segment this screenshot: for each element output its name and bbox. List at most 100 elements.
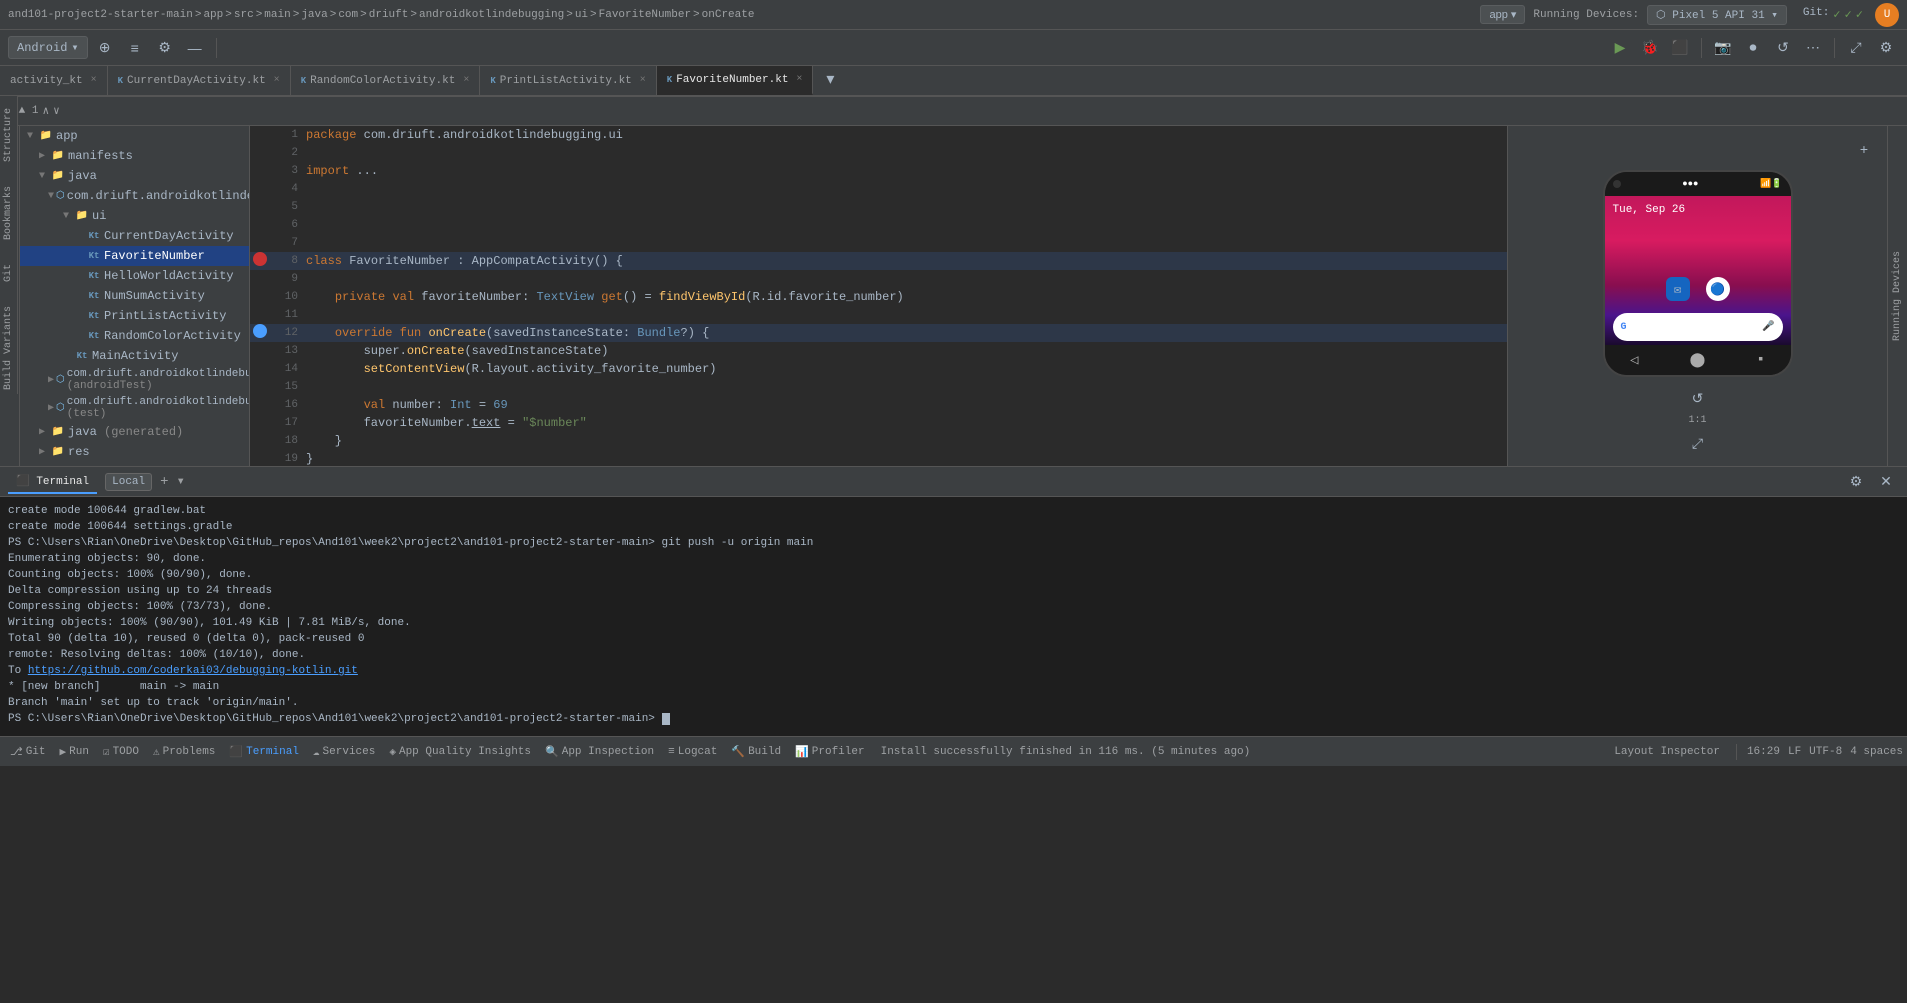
tab-close-icon[interactable]: ×	[796, 74, 802, 85]
add-emulator-btn[interactable]: +	[1851, 136, 1877, 162]
tab-close-icon[interactable]: ×	[463, 75, 469, 86]
stop-btn[interactable]: ⬛	[1667, 35, 1693, 61]
device-dropdown[interactable]: app ▾	[1480, 5, 1525, 24]
home-icon[interactable]: ⬤	[1690, 352, 1706, 369]
code-editor[interactable]: 1 package com.driuft.androidkotlindebugg…	[250, 126, 1507, 466]
minimize-btn[interactable]: —	[182, 35, 208, 61]
run-btn[interactable]: ▶ Run	[54, 742, 95, 762]
git-btn[interactable]: ⎇ Git	[4, 742, 52, 762]
line-number: 14	[270, 360, 306, 378]
sidebar-item-currentday[interactable]: Kt CurrentDayActivity	[20, 226, 249, 246]
phone-messages-icon[interactable]: ✉	[1666, 277, 1690, 301]
sidebar-item-printlist[interactable]: Kt PrintListActivity	[20, 306, 249, 326]
expand-btn[interactable]: ⤢	[1843, 35, 1869, 61]
services-icon: ☁	[313, 745, 320, 759]
github-link[interactable]: https://github.com/coderkai03/debugging-…	[28, 665, 358, 677]
tab-close-icon[interactable]: ×	[640, 75, 646, 86]
terminal-hide-btn[interactable]: ✕	[1873, 469, 1899, 495]
build-btn[interactable]: 🔨 Build	[725, 742, 787, 762]
more-tabs-btn[interactable]: ▾	[817, 66, 843, 92]
android-dropdown[interactable]: Android ▾	[8, 36, 88, 59]
status-message: Install successfully finished in 116 ms.…	[881, 746, 1251, 758]
services-btn[interactable]: ☁ Services	[307, 742, 381, 762]
phone-time-label: ●●●	[1682, 179, 1698, 189]
terminal-content[interactable]: create mode 100644 gradlew.bat create mo…	[0, 497, 1907, 736]
bookmarks-tab[interactable]: Bookmarks	[3, 182, 14, 244]
fit-btn[interactable]: ⤢	[1685, 430, 1711, 456]
back-icon[interactable]: ◁	[1630, 352, 1638, 369]
code-line: 9	[250, 270, 1507, 288]
tab-close-icon[interactable]: ×	[274, 75, 280, 86]
settings-btn[interactable]: ⚙	[152, 35, 178, 61]
sidebar-item-randomcolor[interactable]: Kt RandomColorActivity	[20, 326, 249, 346]
profiler-btn[interactable]: 📊 Profiler	[789, 742, 871, 762]
terminal-options-btn[interactable]: ▾	[177, 473, 185, 490]
terminal-tab[interactable]: ⬛ Terminal	[8, 470, 97, 494]
terminal-btn[interactable]: ⬛ Terminal	[223, 742, 305, 762]
breakpoint-icon[interactable]	[253, 252, 267, 266]
sidebar-item-ui[interactable]: ▼ 📁 ui	[20, 206, 249, 226]
recents-icon[interactable]: ▪	[1757, 352, 1765, 368]
nav-arrow-up[interactable]: ∧	[42, 104, 49, 118]
refresh-btn[interactable]: ↺	[1770, 35, 1796, 61]
code-line: 1 package com.driuft.androidkotlindebugg…	[250, 126, 1507, 144]
debug-btn[interactable]: 🐞	[1637, 35, 1663, 61]
running-devices-tab-label: Running Devices	[1892, 251, 1903, 341]
rotate-btn[interactable]: ↺	[1685, 385, 1711, 411]
tab-currentday[interactable]: K CurrentDayActivity.kt ×	[108, 66, 291, 95]
sidebar-item-test[interactable]: ▶ ⬡ com.driuft.androidkotlindebugging (t…	[20, 394, 249, 422]
sidebar-item-favoritenumber[interactable]: Kt FavoriteNumber	[20, 246, 249, 266]
phone-wallpaper	[1605, 224, 1791, 269]
app-inspection-btn[interactable]: 🔍 App Inspection	[539, 742, 660, 762]
structure-tab[interactable]: Structure	[3, 104, 14, 166]
build-variants-tab[interactable]: Build Variants	[3, 302, 14, 394]
folder-icon: 📁	[50, 168, 66, 184]
record-btn[interactable]: ⏺	[1740, 35, 1766, 61]
sidebar-label: FavoriteNumber	[104, 249, 205, 263]
tab-printlist[interactable]: K PrintListActivity.kt ×	[480, 66, 656, 95]
run-btn[interactable]: ▶	[1607, 35, 1633, 61]
sidebar-item-mainactivity[interactable]: Kt MainActivity	[20, 346, 249, 366]
sidebar-item-androidtest[interactable]: ▶ ⬡ com.driuft.androidkotlindebugging (a…	[20, 366, 249, 394]
running-devices-tab[interactable]: Running Devices	[1887, 126, 1907, 466]
line-content: class FavoriteNumber : AppCompatActivity…	[306, 252, 1507, 270]
sidebar-item-res-gen[interactable]: 📁 res (generated)	[20, 462, 249, 466]
run-to-icon[interactable]	[253, 324, 267, 338]
layout-inspector-btn[interactable]: Layout Inspector	[1608, 743, 1726, 761]
terminal-settings-btn[interactable]: ⚙	[1843, 469, 1869, 495]
tab-close-icon[interactable]: ×	[91, 75, 97, 86]
app-quality-label: App Quality Insights	[399, 746, 531, 758]
app-quality-btn[interactable]: ◈ App Quality Insights	[383, 742, 537, 762]
phone-search-bar[interactable]: G 🎤	[1613, 313, 1783, 341]
tab-randomcolor[interactable]: K RandomColorActivity.kt ×	[291, 66, 481, 95]
sidebar-item-manifests[interactable]: ▶ 📁 manifests	[20, 146, 249, 166]
tab-label: CurrentDayActivity.kt	[127, 75, 266, 87]
folder-icon: 📁	[50, 148, 66, 164]
sidebar-item-app[interactable]: ▼ 📁 app	[20, 126, 249, 146]
terminal-line: To https://github.com/coderkai03/debuggi…	[8, 663, 1899, 679]
tab-favoritenumber[interactable]: K FavoriteNumber.kt ×	[657, 66, 814, 95]
settings2-btn[interactable]: ⚙	[1873, 35, 1899, 61]
ratio-label: 1:1	[1688, 415, 1706, 426]
nav-arrow-down[interactable]: ∨	[53, 104, 60, 118]
sidebar-item-helloworld[interactable]: Kt HelloWorldActivity	[20, 266, 249, 286]
todo-btn[interactable]: ☑ TODO	[97, 742, 145, 762]
sync-btn[interactable]: ⊕	[92, 35, 118, 61]
sidebar-item-numsum[interactable]: Kt NumSumActivity	[20, 286, 249, 306]
camera-btn[interactable]: 📷	[1710, 35, 1736, 61]
tab-activity-kt[interactable]: activity_kt ×	[0, 66, 108, 95]
phone-chrome-icon[interactable]: 🔵	[1706, 277, 1730, 301]
add-terminal-btn[interactable]: +	[160, 474, 168, 490]
terminal-line: PS C:\Users\Rian\OneDrive\Desktop\GitHub…	[8, 535, 1899, 551]
sidebar-item-res[interactable]: ▶ 📁 res	[20, 442, 249, 462]
sidebar-item-java-gen[interactable]: ▶ 📁 java (generated)	[20, 422, 249, 442]
structure-btn[interactable]: ≡	[122, 35, 148, 61]
git-tab[interactable]: Git	[3, 260, 14, 286]
sidebar-item-java[interactable]: ▼ 📁 java	[20, 166, 249, 186]
terminal-local-dropdown[interactable]: Local	[105, 473, 152, 491]
sidebar-item-package-main[interactable]: ▼ ⬡ com.driuft.androidkotlindebugging	[20, 186, 249, 206]
problems-btn[interactable]: ⚠ Problems	[147, 742, 221, 762]
logcat-btn[interactable]: ≡ Logcat	[662, 743, 723, 761]
sidebar-label: manifests	[68, 149, 133, 163]
more-btn[interactable]: ⋯	[1800, 35, 1826, 61]
